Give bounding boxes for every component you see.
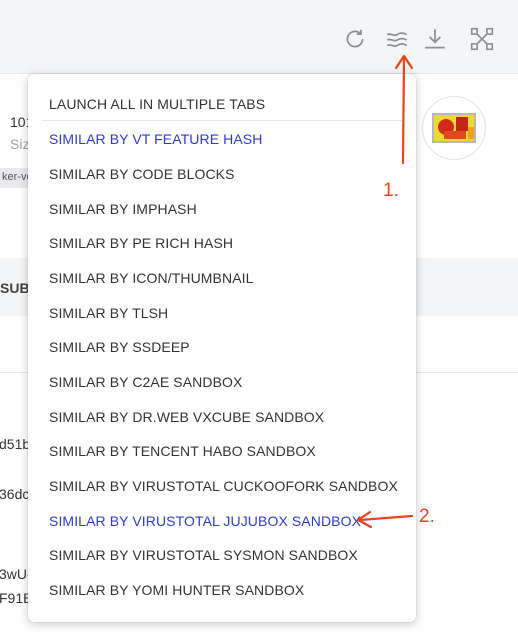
annotation-step-2: 2. — [419, 506, 435, 527]
menu-item-tencent-habo-sandbox[interactable]: SIMILAR BY TENCENT HABO SANDBOX — [49, 443, 316, 459]
menu-item-vt-feature-hash[interactable]: SIMILAR BY VT FEATURE HASH — [49, 131, 262, 147]
thumbnail-image — [432, 113, 476, 143]
menu-item-sysmon-sandbox[interactable]: SIMILAR BY VIRUSTOTAL SYSMON SANDBOX — [49, 547, 358, 563]
menu-item-ssdeep[interactable]: SIMILAR BY SSDEEP — [49, 339, 190, 355]
similar-dropdown-menu: LAUNCH ALL IN MULTIPLE TABS SIMILAR BY V… — [28, 74, 416, 622]
menu-item-imphash[interactable]: SIMILAR BY IMPHASH — [49, 201, 197, 217]
menu-item-icon-thumbnail[interactable]: SIMILAR BY ICON/THUMBNAIL — [49, 270, 254, 286]
menu-item-yomi-hunter-sandbox[interactable]: SIMILAR BY YOMI HUNTER SANDBOX — [49, 582, 304, 598]
refresh-icon[interactable] — [340, 24, 370, 54]
menu-item-drweb-vxcube-sandbox[interactable]: SIMILAR BY DR.WEB VXCUBE SANDBOX — [49, 409, 324, 425]
menu-item-c2ae-sandbox[interactable]: SIMILAR BY C2AE SANDBOX — [49, 374, 242, 390]
menu-item-launch-all[interactable]: LAUNCH ALL IN MULTIPLE TABS — [49, 96, 265, 112]
hash-fragment[interactable]: 3wU- — [0, 566, 32, 582]
menu-item-jujubox-sandbox[interactable]: SIMILAR BY VIRUSTOTAL JUJUBOX SANDBOX — [49, 513, 361, 529]
similar-icon[interactable] — [382, 24, 412, 54]
menu-item-pe-rich-hash[interactable]: SIMILAR BY PE RICH HASH — [49, 235, 233, 251]
menu-separator — [42, 120, 402, 121]
menu-item-tlsh[interactable]: SIMILAR BY TLSH — [49, 305, 168, 321]
size-label-fragment: Siz — [10, 136, 30, 152]
hash-fragment[interactable]: d51b — [0, 436, 30, 452]
hash-fragment[interactable]: 36dc — [0, 486, 29, 502]
annotation-step-1: 1. — [383, 180, 399, 201]
menu-item-code-blocks[interactable]: SIMILAR BY CODE BLOCKS — [49, 166, 235, 182]
menu-item-cuckoofork-sandbox[interactable]: SIMILAR BY VIRUSTOTAL CUCKOOFORK SANDBOX — [49, 478, 398, 494]
file-thumbnail — [422, 96, 486, 160]
graph-icon[interactable] — [467, 24, 497, 54]
toolbar — [0, 0, 518, 74]
download-icon[interactable] — [420, 24, 450, 54]
